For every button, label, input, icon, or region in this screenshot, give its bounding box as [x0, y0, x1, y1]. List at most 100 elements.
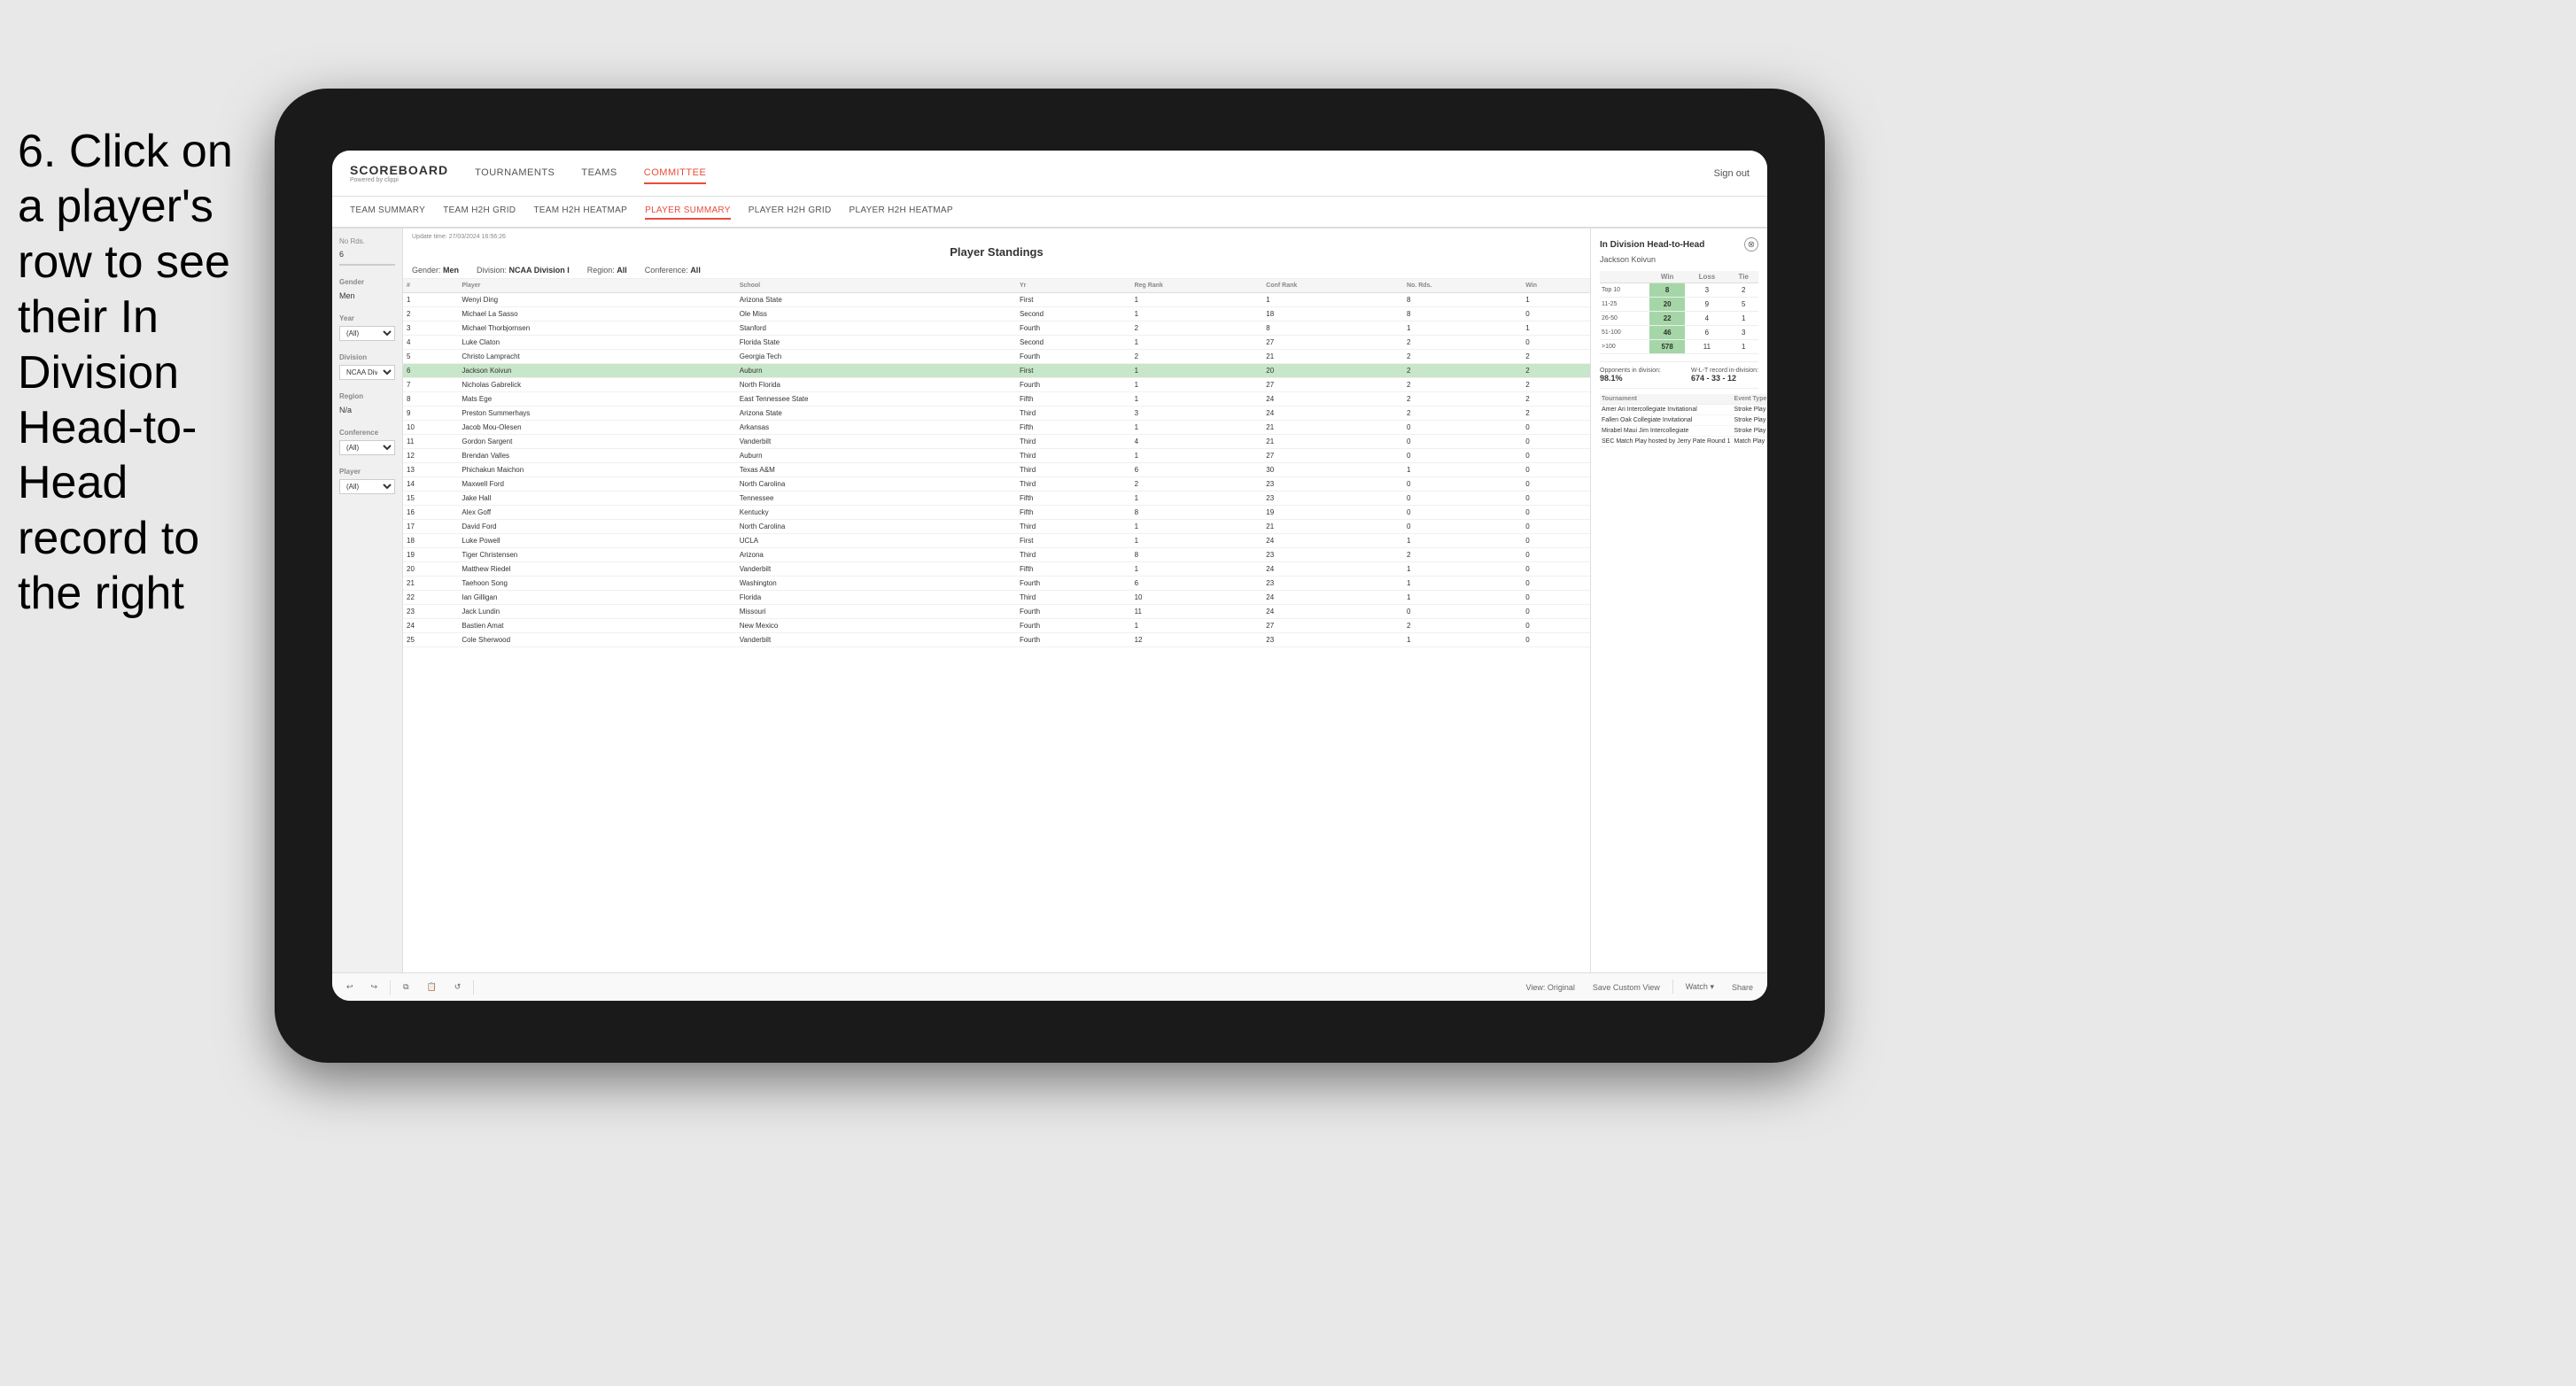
h2h-row-label: Top 10	[1600, 283, 1649, 298]
h2h-row: Top 10 8 3 2	[1600, 283, 1758, 298]
cell-school: Ole Miss	[736, 307, 1016, 321]
sidebar-gender-value: Men	[339, 290, 395, 302]
paste-button[interactable]: 📋	[422, 979, 442, 995]
sub-nav-team-summary[interactable]: TEAM SUMMARY	[350, 204, 425, 220]
table-row[interactable]: 12 Brendan Valles Auburn Third 1 27 0 0	[403, 449, 1590, 463]
h2h-row-label: 26-50	[1600, 312, 1649, 326]
t-name: Amer Ari Intercollegiate Invitational	[1600, 405, 1733, 415]
table-row[interactable]: 19 Tiger Christensen Arizona Third 8 23 …	[403, 548, 1590, 562]
h2h-win-cell: 20	[1649, 298, 1685, 312]
sign-out-link[interactable]: Sign out	[1714, 168, 1750, 179]
cell-reg-rank: 1	[1131, 619, 1263, 633]
table-row[interactable]: 11 Gordon Sargent Vanderbilt Third 4 21 …	[403, 435, 1590, 449]
cell-no-rds: 2	[1403, 336, 1522, 350]
sub-nav-player-h2h-grid[interactable]: PLAYER H2H GRID	[749, 204, 832, 220]
cell-yr: Fourth	[1016, 605, 1131, 619]
cell-conf-rank: 23	[1262, 577, 1403, 591]
cell-num: 10	[403, 421, 458, 435]
cell-conf-rank: 21	[1262, 350, 1403, 364]
sidebar-division-select[interactable]: NCAA Division I	[339, 365, 395, 380]
cell-yr: Fourth	[1016, 321, 1131, 336]
h2h-divider	[1600, 361, 1758, 362]
h2h-win-cell: 8	[1649, 283, 1685, 298]
redo-button[interactable]: ↪	[366, 979, 384, 995]
sidebar-no-rds-label: No Rds.	[339, 237, 395, 245]
right-panel: In Division Head-to-Head ⊗ Jackson Koivu…	[1590, 228, 1767, 972]
table-row[interactable]: 24 Bastien Amat New Mexico Fourth 1 27 2…	[403, 619, 1590, 633]
h2h-col-label	[1600, 271, 1649, 283]
sub-nav-player-summary[interactable]: PLAYER SUMMARY	[645, 204, 731, 220]
table-row[interactable]: 16 Alex Goff Kentucky Fifth 8 19 0 0	[403, 506, 1590, 520]
top-nav: SCOREBOARD Powered by clippi TOURNAMENTS…	[332, 151, 1767, 197]
table-row[interactable]: 1 Wenyi Ding Arizona State First 1 1 8 1	[403, 293, 1590, 307]
sidebar-conference: Conference (All)	[339, 429, 395, 455]
cell-conf-rank: 30	[1262, 463, 1403, 477]
sub-nav-team-h2h-heatmap[interactable]: TEAM H2H HEATMAP	[533, 204, 627, 220]
table-row[interactable]: 25 Cole Sherwood Vanderbilt Fourth 12 23…	[403, 633, 1590, 647]
nav-item-teams[interactable]: TEAMS	[581, 163, 617, 184]
cell-no-rds: 0	[1403, 449, 1522, 463]
table-row[interactable]: 10 Jacob Mou-Olesen Arkansas Fifth 1 21 …	[403, 421, 1590, 435]
table-row[interactable]: 15 Jake Hall Tennessee Fifth 1 23 0 0	[403, 492, 1590, 506]
cell-conf-rank: 21	[1262, 435, 1403, 449]
table-row[interactable]: 23 Jack Lundin Missouri Fourth 11 24 0 0	[403, 605, 1590, 619]
share-button[interactable]: Share	[1726, 979, 1758, 995]
table-row[interactable]: 2 Michael La Sasso Ole Miss Second 1 18 …	[403, 307, 1590, 321]
table-row[interactable]: 21 Taehoon Song Washington Fourth 6 23 1…	[403, 577, 1590, 591]
logo-text: SCOREBOARD	[350, 163, 448, 177]
col-reg-rank: Reg Rank	[1131, 279, 1263, 293]
table-row[interactable]: 4 Luke Claton Florida State Second 1 27 …	[403, 336, 1590, 350]
h2h-close-button[interactable]: ⊗	[1744, 237, 1758, 252]
view-original-button[interactable]: View: Original	[1521, 979, 1580, 995]
nav-item-committee[interactable]: COMMITTEE	[644, 163, 707, 184]
h2h-row-label: 11-25	[1600, 298, 1649, 312]
cell-player: Alex Goff	[458, 506, 735, 520]
table-row[interactable]: 17 David Ford North Carolina Third 1 21 …	[403, 520, 1590, 534]
table-header-row: # Player School Yr Reg Rank Conf Rank No…	[403, 279, 1590, 293]
sidebar-player: Player (All)	[339, 468, 395, 494]
cell-school: Washington	[736, 577, 1016, 591]
cell-school: North Carolina	[736, 477, 1016, 492]
sidebar-range[interactable]	[339, 264, 395, 266]
table-row[interactable]: 5 Christo Lampracht Georgia Tech Fourth …	[403, 350, 1590, 364]
table-row[interactable]: 7 Nicholas Gabrelick North Florida Fourt…	[403, 378, 1590, 392]
save-custom-button[interactable]: Save Custom View	[1587, 979, 1665, 995]
h2h-header: In Division Head-to-Head ⊗	[1600, 237, 1758, 252]
sidebar-year-select[interactable]: (All)	[339, 326, 395, 341]
cell-player: Jake Hall	[458, 492, 735, 506]
cell-win: 2	[1522, 378, 1590, 392]
cell-no-rds: 1	[1403, 321, 1522, 336]
table-row[interactable]: 13 Phichakun Maichon Texas A&M Third 6 3…	[403, 463, 1590, 477]
refresh-button[interactable]: ↺	[449, 979, 467, 995]
cell-player: Maxwell Ford	[458, 477, 735, 492]
sidebar-player-select[interactable]: (All)	[339, 479, 395, 494]
table-row[interactable]: 8 Mats Ege East Tennessee State Fifth 1 …	[403, 392, 1590, 407]
cell-player: Bastien Amat	[458, 619, 735, 633]
col-player: Player	[458, 279, 735, 293]
h2h-win-cell: 22	[1649, 312, 1685, 326]
cell-no-rds: 0	[1403, 492, 1522, 506]
cell-reg-rank: 1	[1131, 534, 1263, 548]
sidebar-conference-select[interactable]: (All)	[339, 440, 395, 455]
sub-nav-team-h2h-grid[interactable]: TEAM H2H GRID	[443, 204, 516, 220]
table-row[interactable]: 3 Michael Thorbjornsen Stanford Fourth 2…	[403, 321, 1590, 336]
table-row[interactable]: 20 Matthew Riedel Vanderbilt Fifth 1 24 …	[403, 562, 1590, 577]
nav-item-tournaments[interactable]: TOURNAMENTS	[475, 163, 555, 184]
table-row[interactable]: 6 Jackson Koivun Auburn First 1 20 2 2	[403, 364, 1590, 378]
cell-yr: First	[1016, 293, 1131, 307]
h2h-stats-table: Win Loss Tie Top 10 8 3 2 11-25 20 9 5 2…	[1600, 271, 1758, 354]
cell-num: 7	[403, 378, 458, 392]
watch-button[interactable]: Watch ▾	[1680, 979, 1719, 995]
table-row[interactable]: 18 Luke Powell UCLA First 1 24 1 0	[403, 534, 1590, 548]
col-win: Win	[1522, 279, 1590, 293]
sub-nav-player-h2h-heatmap[interactable]: PLAYER H2H HEATMAP	[850, 204, 953, 220]
table-row[interactable]: 9 Preston Summerhays Arizona State Third…	[403, 407, 1590, 421]
toolbar-right: View: Original Save Custom View Watch ▾ …	[1521, 979, 1758, 995]
undo-button[interactable]: ↩	[341, 979, 359, 995]
table-row[interactable]: 22 Ian Gilligan Florida Third 10 24 1 0	[403, 591, 1590, 605]
copy-button[interactable]: ⧉	[398, 979, 414, 995]
h2h-table-header: Win Loss Tie	[1600, 271, 1758, 283]
cell-num: 2	[403, 307, 458, 321]
table-row[interactable]: 14 Maxwell Ford North Carolina Third 2 2…	[403, 477, 1590, 492]
cell-school: East Tennessee State	[736, 392, 1016, 407]
